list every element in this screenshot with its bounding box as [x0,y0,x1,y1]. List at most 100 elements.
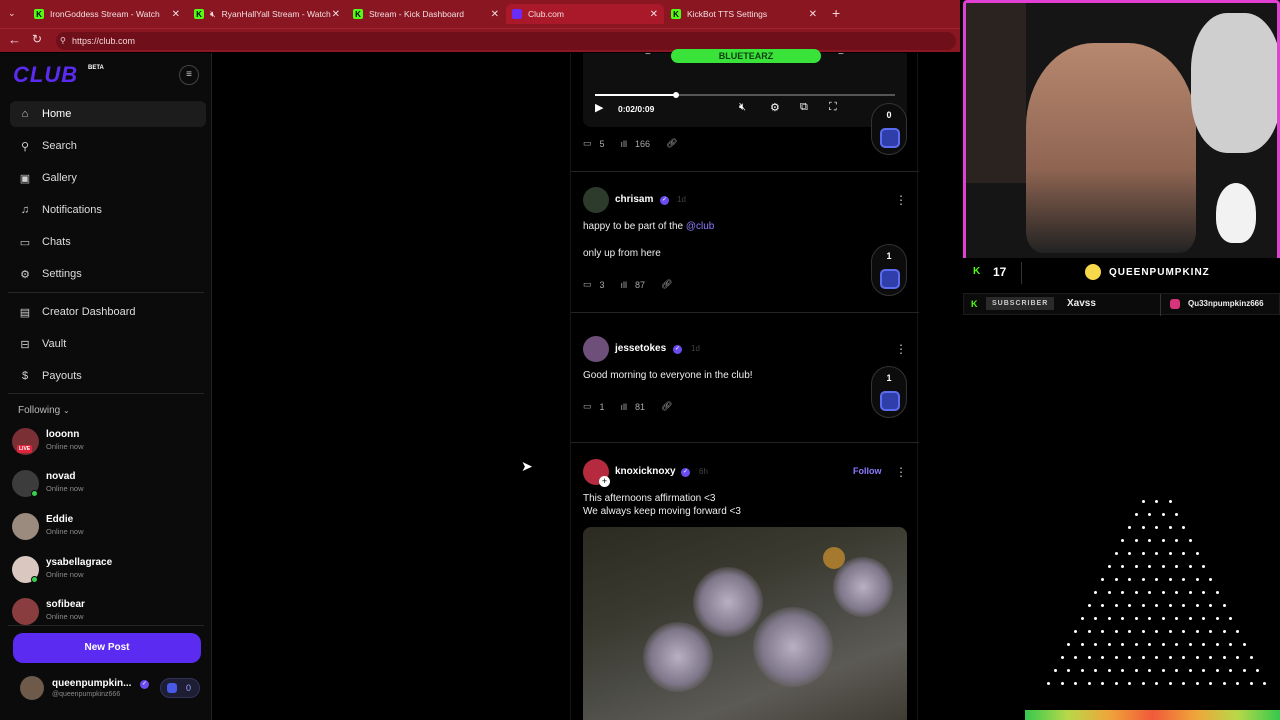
url-field[interactable]: ⚲ https://club.com [56,32,956,50]
plinko-peg [1148,669,1152,672]
link-icon[interactable]: 🔗︎ [661,279,672,290]
post-image[interactable] [583,527,907,720]
post-username[interactable]: jessetokes [615,343,666,354]
avatar[interactable] [583,187,609,213]
avatar[interactable] [583,336,609,362]
more-icon[interactable]: ⋮ [895,465,907,479]
flower-shape [833,557,893,617]
tab-club[interactable]: Club.com ✕ [506,4,664,24]
menu-icon[interactable]: ≡ [179,65,199,85]
close-icon[interactable]: ✕ [809,9,817,20]
tab-kickbot[interactable]: K KickBot TTS Settings ✕ [665,4,823,24]
reload-icon[interactable]: ↻ [32,32,42,46]
avatar [12,513,39,540]
comment-count: 3 [599,279,605,290]
sidebar-item-home[interactable]: ⌂ Home [10,101,206,127]
following-item-ysabellagrace[interactable]: ysabellagrace Online now [10,553,206,589]
close-icon[interactable]: ✕ [332,9,340,20]
following-name: sofibear [46,599,85,610]
plinko-peg [1215,617,1219,620]
follow-plus-icon[interactable]: + [599,476,610,487]
sidebar-item-vault[interactable]: ⊟ Vault [10,331,206,357]
plinko-peg [1249,682,1253,685]
plinko-peg [1128,526,1131,529]
sidebar-item-notifications[interactable]: ♫ Notifications [10,197,206,223]
plinko-peg [1134,669,1138,672]
view-count: 81 [635,401,646,412]
sidebar-item-settings[interactable]: ⚙ Settings [10,261,206,287]
comment-icon[interactable]: ▭ [583,401,592,412]
sidebar-item-gallery[interactable]: ▣ Gallery [10,165,206,191]
post-username[interactable]: knoxicknoxy [615,466,676,477]
back-icon[interactable]: ← [8,32,21,47]
following-item-looonn[interactable]: LIVE looonn Online now [10,425,206,461]
more-icon[interactable]: ⋮ [895,342,907,356]
tab-list-chevron-icon[interactable]: ⌄ [8,8,16,19]
plinko-peg [1087,656,1091,659]
plinko-peg [1080,617,1084,620]
club-logo[interactable]: CLUB [13,62,78,88]
gallery-icon: ▣ [19,172,31,185]
plinko-peg [1101,604,1104,607]
gear-icon[interactable]: ⚙ [770,101,780,114]
sidebar-item-label: Chats [42,236,71,248]
tab-kick-dashboard[interactable]: K Stream - Kick Dashboard ✕ [347,4,505,24]
tip-badge[interactable]: 0 [871,103,907,155]
video-progress-track[interactable] [595,92,895,98]
close-icon[interactable]: ✕ [172,9,180,20]
plinko-peg [1094,617,1098,620]
tab-ryanhallyall[interactable]: K 🔇︎ RyanHallYall Stream - Watch ✕ [188,4,346,24]
new-post-button[interactable]: New Post [13,633,201,663]
fullscreen-icon[interactable]: ⛶ [829,101,837,114]
site-info-icon[interactable]: ⚲ [60,32,66,50]
post-divider [571,171,919,172]
plinko-peg [1215,591,1219,594]
new-tab-icon[interactable]: + [832,5,840,21]
plinko-peg [1195,630,1199,633]
coin-balance[interactable]: 0 [160,678,200,698]
comment-icon[interactable]: ▭ [583,279,592,290]
sidebar-item-search[interactable]: ⚲ Search [10,133,206,159]
sidebar-item-payouts[interactable]: $ Payouts [10,363,206,389]
video-player[interactable]: BLUETEARZ − − ▶ 0:02/0:09 🔇︎ ⚙ ⧉ ⛶ [583,49,907,127]
mention-link[interactable]: @club [686,221,715,232]
close-icon[interactable]: ✕ [491,9,499,20]
play-icon[interactable]: ▶ [595,101,603,114]
kick-icon: K [34,9,44,19]
video-progress-handle[interactable] [673,92,679,98]
link-icon[interactable]: 🔗︎ [666,138,677,149]
plinko-peg [1229,617,1233,620]
picture-in-picture-icon[interactable]: ⧉ [800,101,808,114]
mute-icon[interactable]: 🔇︎ [739,101,746,114]
mute-icon[interactable]: 🔇︎ [210,9,216,20]
divider [1160,294,1161,316]
following-item-eddie[interactable]: Eddie Online now [10,510,206,546]
sidebar-item-creator-dashboard[interactable]: ▤ Creator Dashboard [10,299,206,325]
following-item-novad[interactable]: novad Online now [10,467,206,503]
plinko-peg [1209,630,1212,633]
plinko-peg [1161,643,1165,646]
live-badge: LIVE [17,445,33,453]
post-username[interactable]: chrisam [615,194,653,205]
comment-icon[interactable]: ▭ [583,138,592,149]
mouse-cursor-icon: ➤ [521,458,533,474]
plinko-peg [1175,669,1179,672]
follow-button[interactable]: Follow [853,466,882,476]
close-icon[interactable]: ✕ [650,9,658,20]
tab-irongoddess[interactable]: K IronGoddess Stream - Watch ✕ [28,4,186,24]
profile-card[interactable]: queenpumpkin... ✓ @queenpumpkinz666 0 [14,672,204,706]
sidebar-item-chats[interactable]: ▭ Chats [10,229,206,255]
tip-badge[interactable]: 1 [871,366,907,418]
browser-tab-bar: ⌄ K IronGoddess Stream - Watch ✕ K 🔇︎ Ry… [0,0,960,28]
following-toggle[interactable]: Following ⌄ [18,405,70,416]
more-icon[interactable]: ⋮ [895,193,907,207]
post-text-line: This afternoons affirmation <3 [583,493,716,504]
sidebar-item-label: Search [42,140,77,152]
plinko-peg [1182,552,1185,555]
plinko-peg [1236,656,1239,659]
plinko-peg [1087,630,1091,633]
avatar [12,598,39,625]
tip-badge[interactable]: 1 [871,244,907,296]
link-icon[interactable]: 🔗︎ [661,401,672,412]
tip-count: 0 [886,110,892,120]
